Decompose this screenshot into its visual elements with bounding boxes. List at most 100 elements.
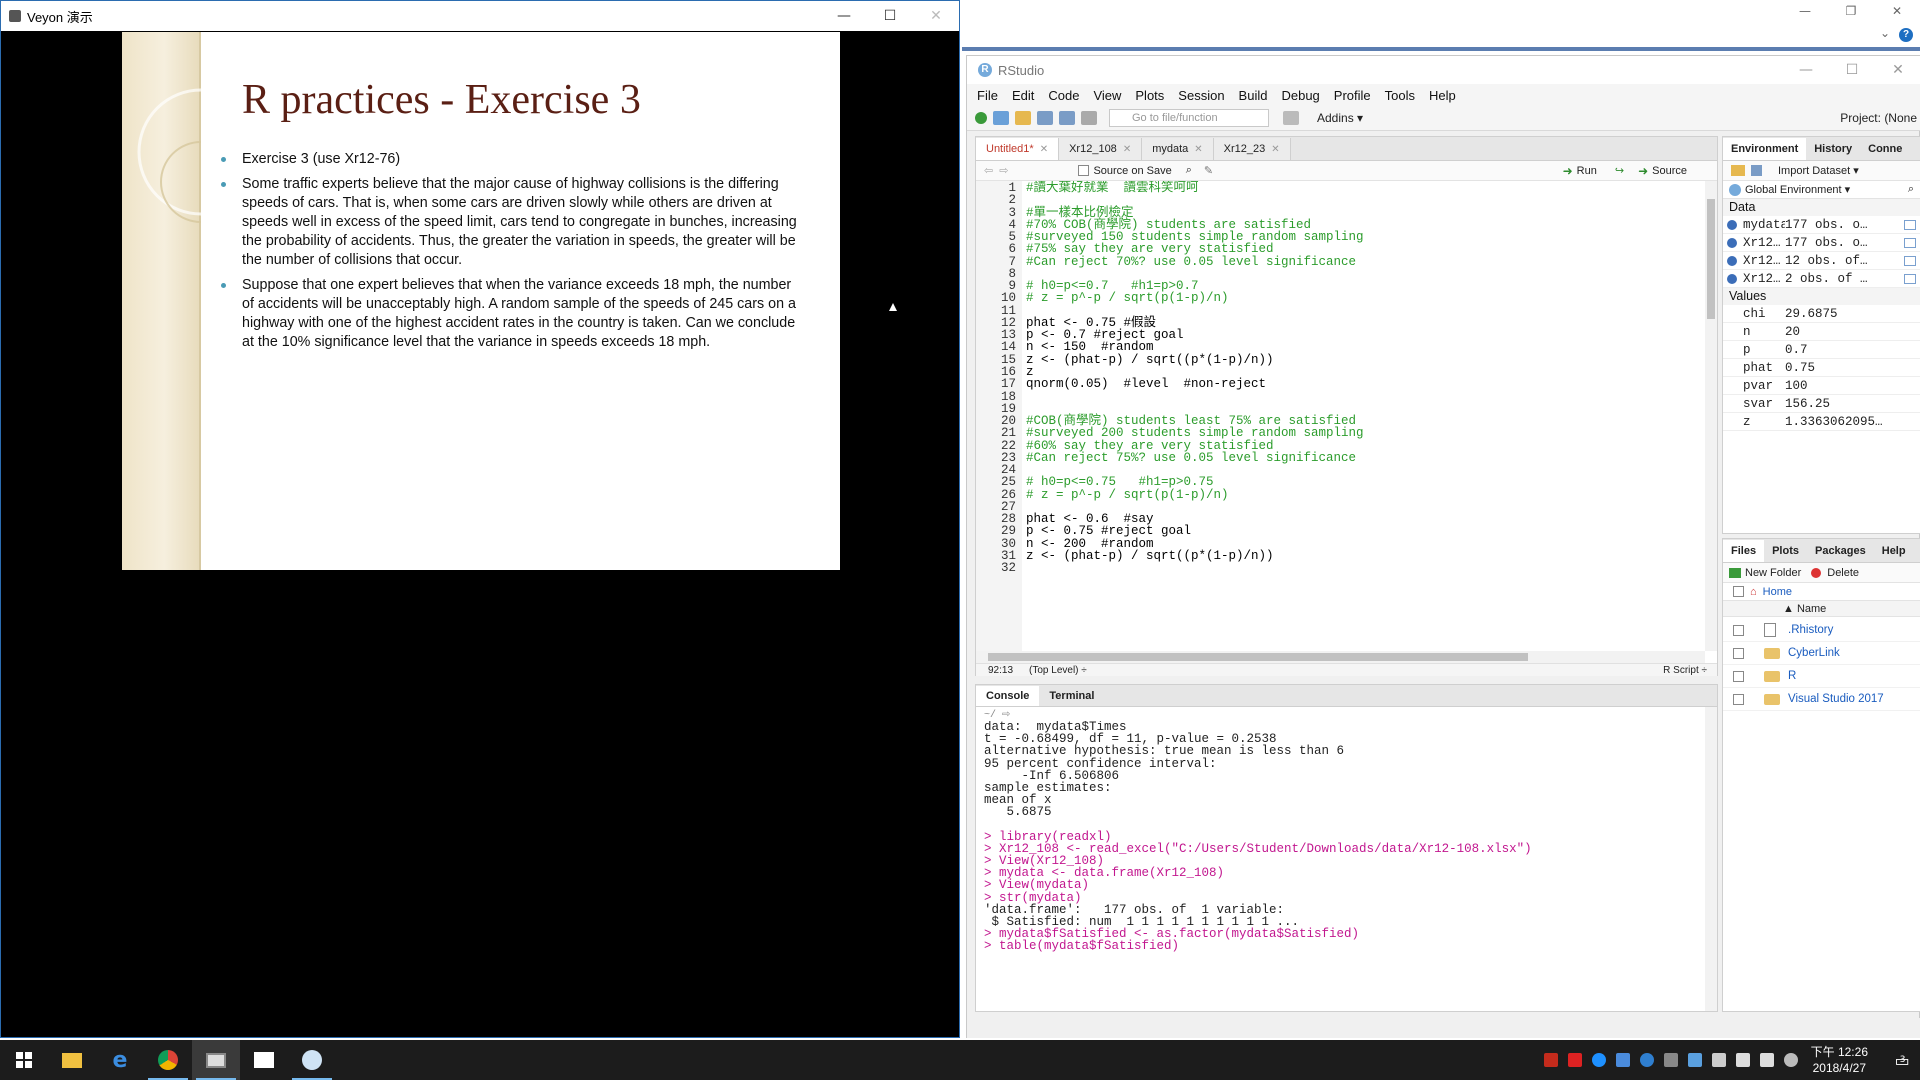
- taskbar-file-explorer[interactable]: [48, 1040, 96, 1080]
- code-line[interactable]: #讀大葉好就業 讀雲科笑呵呵: [1026, 182, 1702, 195]
- open-file-icon[interactable]: [1015, 111, 1031, 125]
- forward-arrow-icon[interactable]: ⇨: [999, 164, 1008, 177]
- search-icon[interactable]: ⌕: [1186, 164, 1192, 177]
- code-line[interactable]: z <- (phat-p) / sqrt((p*(1-p)/n)): [1026, 353, 1702, 366]
- file-checkbox[interactable]: [1733, 693, 1744, 705]
- close-icon[interactable]: ✕: [1194, 144, 1202, 155]
- new-file-icon[interactable]: [975, 112, 987, 124]
- code-line[interactable]: #單一樣本比例檢定: [1026, 206, 1702, 219]
- menu-build[interactable]: Build: [1239, 88, 1268, 103]
- code-line[interactable]: # z = p^-p / sqrt(p(1-p)/n): [1026, 292, 1702, 305]
- rstudio-titlebar[interactable]: R RStudio — ☐ ✕: [967, 56, 1920, 84]
- taskbar-photos[interactable]: [240, 1040, 288, 1080]
- help-icon[interactable]: ?: [1899, 28, 1913, 42]
- veyon-minimize-button[interactable]: —: [821, 1, 867, 31]
- close-circle-icon[interactable]: [1783, 1053, 1798, 1067]
- global-environment-dropdown[interactable]: Global Environment ▾: [1745, 183, 1850, 196]
- action-center-button[interactable]: ▭ 3: [1880, 1040, 1920, 1080]
- print-icon[interactable]: [1081, 111, 1097, 125]
- file-row[interactable]: Visual Studio 2017: [1723, 688, 1920, 711]
- select-all-checkbox[interactable]: [1733, 586, 1744, 597]
- tab-mydata[interactable]: mydata ✕: [1142, 138, 1214, 160]
- file-row[interactable]: R: [1723, 665, 1920, 688]
- menu-edit[interactable]: Edit: [1012, 88, 1034, 103]
- file-name-link[interactable]: .Rhistory: [1788, 624, 1833, 636]
- volume-icon[interactable]: [1759, 1053, 1774, 1067]
- new-project-icon[interactable]: [993, 111, 1009, 125]
- code-line[interactable]: #60% say they are very statisfied: [1026, 439, 1702, 452]
- taskbar-internet-explorer[interactable]: e: [96, 1040, 144, 1080]
- magic-wand-icon[interactable]: ✎: [1204, 164, 1213, 177]
- back-arrow-icon[interactable]: ⇦: [984, 164, 993, 177]
- file-name-link[interactable]: Visual Studio 2017: [1788, 693, 1884, 705]
- tab-environment[interactable]: Environment: [1723, 138, 1807, 160]
- network-share-icon[interactable]: [1615, 1053, 1630, 1067]
- delete-button[interactable]: Delete: [1827, 567, 1859, 579]
- file-checkbox[interactable]: [1733, 670, 1744, 682]
- workspace-panes-icon[interactable]: [1283, 111, 1299, 125]
- tab-connections[interactable]: Conne: [1860, 138, 1910, 160]
- monitor-icon[interactable]: [1711, 1053, 1726, 1067]
- tab-help[interactable]: Help: [1874, 540, 1914, 562]
- tab-console[interactable]: Console: [976, 686, 1040, 706]
- scope-indicator[interactable]: (Top Level) ÷: [1029, 665, 1087, 676]
- code-line[interactable]: n <- 150 #random: [1026, 341, 1702, 354]
- tab-files[interactable]: Files: [1723, 540, 1765, 562]
- veyon-close-button[interactable]: ✕: [913, 1, 959, 31]
- menu-plots[interactable]: Plots: [1135, 88, 1164, 103]
- rstudio-maximize-button[interactable]: ☐: [1829, 55, 1875, 85]
- code-line[interactable]: # z = p^-p / sqrt(p(1-p)/n): [1026, 488, 1702, 501]
- app-tray-icon[interactable]: [1567, 1053, 1582, 1067]
- home-crumb-link[interactable]: Home: [1763, 586, 1792, 598]
- menu-profile[interactable]: Profile: [1334, 88, 1371, 103]
- tab-untitled1[interactable]: Untitled1* ✕: [976, 138, 1060, 160]
- code-line[interactable]: [1026, 562, 1702, 574]
- view-table-icon[interactable]: [1904, 273, 1916, 284]
- code-line[interactable]: #Can reject 70%? use 0.05 level signific…: [1026, 255, 1702, 268]
- menu-session[interactable]: Session: [1178, 88, 1224, 103]
- veyon-titlebar[interactable]: Veyon 演示 — ☐ ✕: [1, 1, 959, 31]
- tab-plots[interactable]: Plots: [1764, 540, 1807, 562]
- chevron-down-icon[interactable]: ⌄: [1880, 26, 1890, 40]
- taskbar-chrome[interactable]: [144, 1040, 192, 1080]
- search-icon[interactable]: ⌕: [1908, 183, 1914, 196]
- file-name-link[interactable]: R: [1788, 670, 1796, 682]
- close-icon[interactable]: ✕: [1123, 144, 1131, 155]
- code-line[interactable]: [1026, 194, 1702, 206]
- environment-data-row[interactable]: Xr12… 12 obs. of…: [1723, 252, 1920, 270]
- source-on-save-checkbox[interactable]: Source on Save: [1078, 165, 1172, 177]
- environment-data-row[interactable]: mydata 177 obs. o…: [1723, 216, 1920, 234]
- name-column-header[interactable]: ▲ Name: [1783, 603, 1826, 615]
- console-scrollbar[interactable]: [1705, 707, 1717, 1011]
- import-dataset-button[interactable]: Import Dataset ▾: [1778, 164, 1859, 177]
- pdf-icon[interactable]: [1543, 1053, 1558, 1067]
- code-line[interactable]: #75% say they are very statisfied: [1026, 243, 1702, 256]
- file-name-link[interactable]: CyberLink: [1788, 647, 1840, 659]
- view-table-icon[interactable]: [1904, 255, 1916, 266]
- code-line[interactable]: # h0=p<=0.75 #h1=p>0.75: [1026, 476, 1702, 489]
- bluetooth-icon[interactable]: [1639, 1053, 1654, 1067]
- menu-code[interactable]: Code: [1048, 88, 1079, 103]
- rstudio-close-button[interactable]: ✕: [1875, 55, 1920, 85]
- code-line[interactable]: [1026, 391, 1702, 403]
- close-icon[interactable]: ✕: [1271, 144, 1279, 155]
- menu-debug[interactable]: Debug: [1281, 88, 1319, 103]
- file-row[interactable]: .Rhistory: [1723, 619, 1920, 642]
- start-button[interactable]: [0, 1040, 48, 1080]
- menu-file[interactable]: File: [977, 88, 998, 103]
- tab-xr12-108[interactable]: Xr12_108 ✕: [1059, 138, 1143, 160]
- file-checkbox[interactable]: [1733, 647, 1744, 659]
- editor-vertical-scroll-thumb[interactable]: [1707, 199, 1715, 319]
- load-workspace-icon[interactable]: [1731, 165, 1745, 176]
- file-row[interactable]: CyberLink: [1723, 642, 1920, 665]
- close-icon[interactable]: ✕: [1040, 144, 1048, 155]
- code-line[interactable]: #Can reject 75%? use 0.05 level signific…: [1026, 451, 1702, 464]
- taskbar-rstudio[interactable]: [288, 1040, 336, 1080]
- addins-dropdown[interactable]: Addins ▾: [1317, 111, 1363, 125]
- veyon-maximize-button[interactable]: ☐: [867, 1, 913, 31]
- menu-tools[interactable]: Tools: [1385, 88, 1415, 103]
- menu-view[interactable]: View: [1093, 88, 1121, 103]
- file-checkbox[interactable]: [1733, 624, 1744, 636]
- taskbar-veyon[interactable]: [192, 1040, 240, 1080]
- display-icon[interactable]: [1687, 1053, 1702, 1067]
